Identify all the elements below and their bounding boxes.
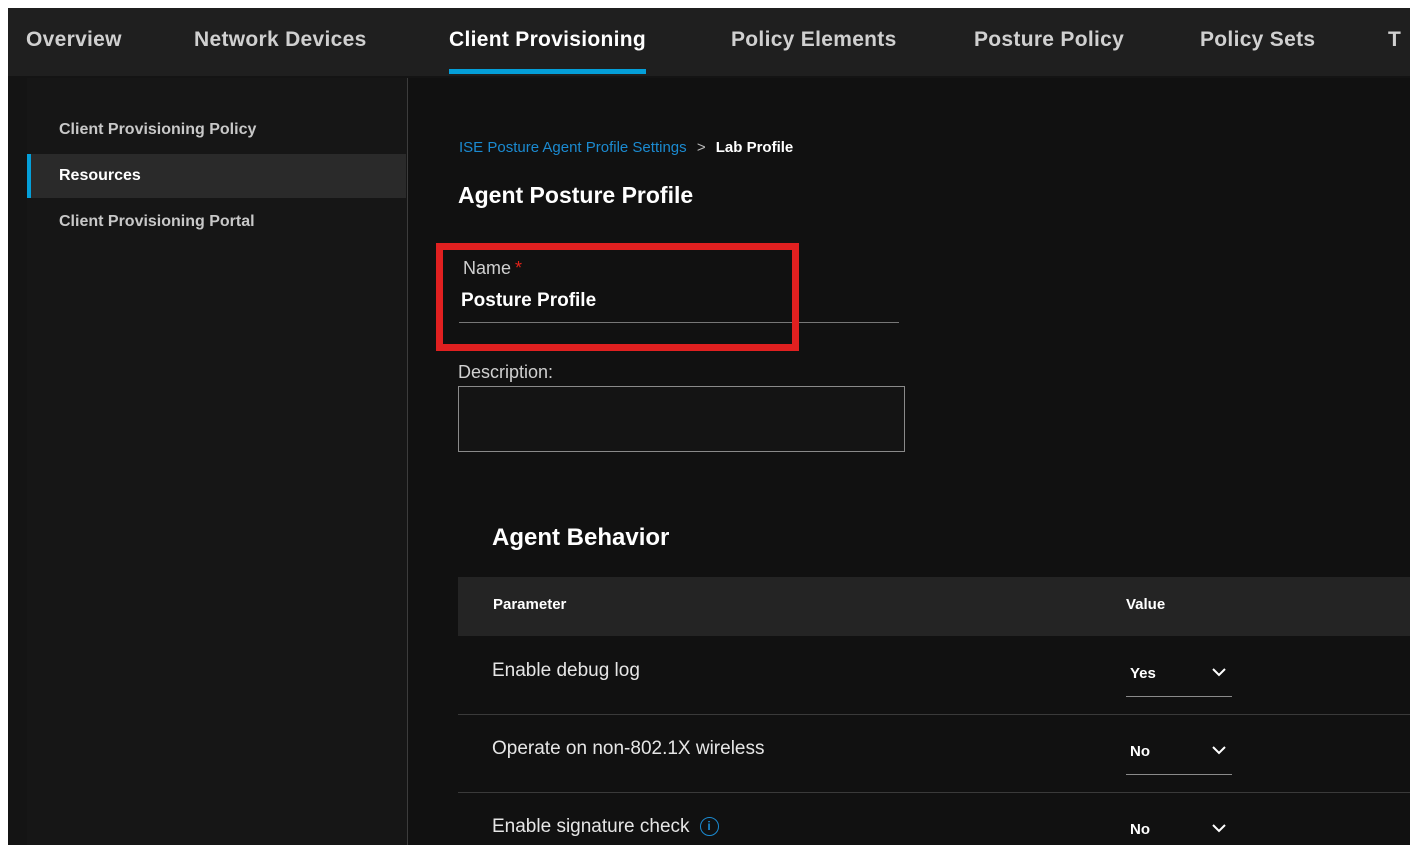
sidebar-item-resources[interactable]: Resources bbox=[27, 154, 406, 198]
breadcrumb-link[interactable]: ISE Posture Agent Profile Settings bbox=[459, 139, 687, 156]
chevron-down-icon bbox=[1212, 746, 1226, 755]
app-frame: Overview Network Devices Client Provisio… bbox=[8, 8, 1410, 845]
parameter-label: Enable signature check bbox=[492, 816, 690, 837]
select-value: No bbox=[1130, 821, 1150, 838]
column-header-value: Value bbox=[1126, 596, 1166, 613]
column-header-parameter: Parameter bbox=[493, 596, 567, 613]
sidebar-item-client-provisioning-portal[interactable]: Client Provisioning Portal bbox=[27, 200, 406, 244]
chevron-right-icon: > bbox=[696, 139, 706, 156]
section-title-agent-behavior: Agent Behavior bbox=[492, 524, 670, 551]
value-select[interactable]: No bbox=[1126, 732, 1232, 775]
parameter-label-with-info: Enable signature check i bbox=[492, 792, 719, 845]
sidebar: Client Provisioning Policy Resources Cli… bbox=[27, 78, 408, 845]
chevron-down-icon bbox=[1212, 824, 1226, 833]
description-textarea[interactable] bbox=[458, 386, 905, 452]
tab-policy-sets[interactable]: Policy Sets bbox=[1200, 8, 1315, 76]
select-value: No bbox=[1130, 743, 1150, 760]
top-navigation: Overview Network Devices Client Provisio… bbox=[8, 8, 1410, 76]
table-header: Parameter Value bbox=[458, 577, 1410, 636]
sidebar-item-client-provisioning-policy[interactable]: Client Provisioning Policy bbox=[27, 108, 406, 152]
highlight-box bbox=[436, 243, 799, 351]
tab-posture-policy[interactable]: Posture Policy bbox=[974, 8, 1124, 76]
active-tab-indicator bbox=[449, 69, 647, 74]
description-label: Description: bbox=[458, 362, 554, 382]
table-row: Enable debug log Yes bbox=[458, 636, 1410, 715]
tab-overview[interactable]: Overview bbox=[26, 8, 122, 76]
breadcrumb: ISE Posture Agent Profile Settings > Lab… bbox=[459, 139, 793, 156]
tab-client-provisioning-label: Client Provisioning bbox=[449, 28, 647, 51]
select-value: Yes bbox=[1130, 665, 1156, 682]
info-circle-icon[interactable]: i bbox=[699, 817, 719, 837]
table-row: Operate on non-802.1X wireless No bbox=[458, 714, 1410, 793]
tab-truncated[interactable]: T bbox=[1388, 8, 1401, 76]
value-select[interactable]: No bbox=[1126, 810, 1232, 845]
page-title: Agent Posture Profile bbox=[458, 182, 694, 208]
tab-client-provisioning[interactable]: Client Provisioning bbox=[449, 8, 647, 76]
value-select[interactable]: Yes bbox=[1126, 654, 1232, 697]
tab-network-devices[interactable]: Network Devices bbox=[194, 8, 367, 76]
parameter-label: Enable debug log bbox=[492, 660, 640, 681]
table-row: Enable signature check i No bbox=[458, 792, 1410, 845]
chevron-down-icon bbox=[1212, 668, 1226, 677]
breadcrumb-current: Lab Profile bbox=[715, 139, 794, 156]
parameter-label: Operate on non-802.1X wireless bbox=[492, 738, 765, 759]
main-content: ISE Posture Agent Profile Settings > Lab… bbox=[408, 78, 1410, 845]
tab-policy-elements[interactable]: Policy Elements bbox=[731, 8, 897, 76]
